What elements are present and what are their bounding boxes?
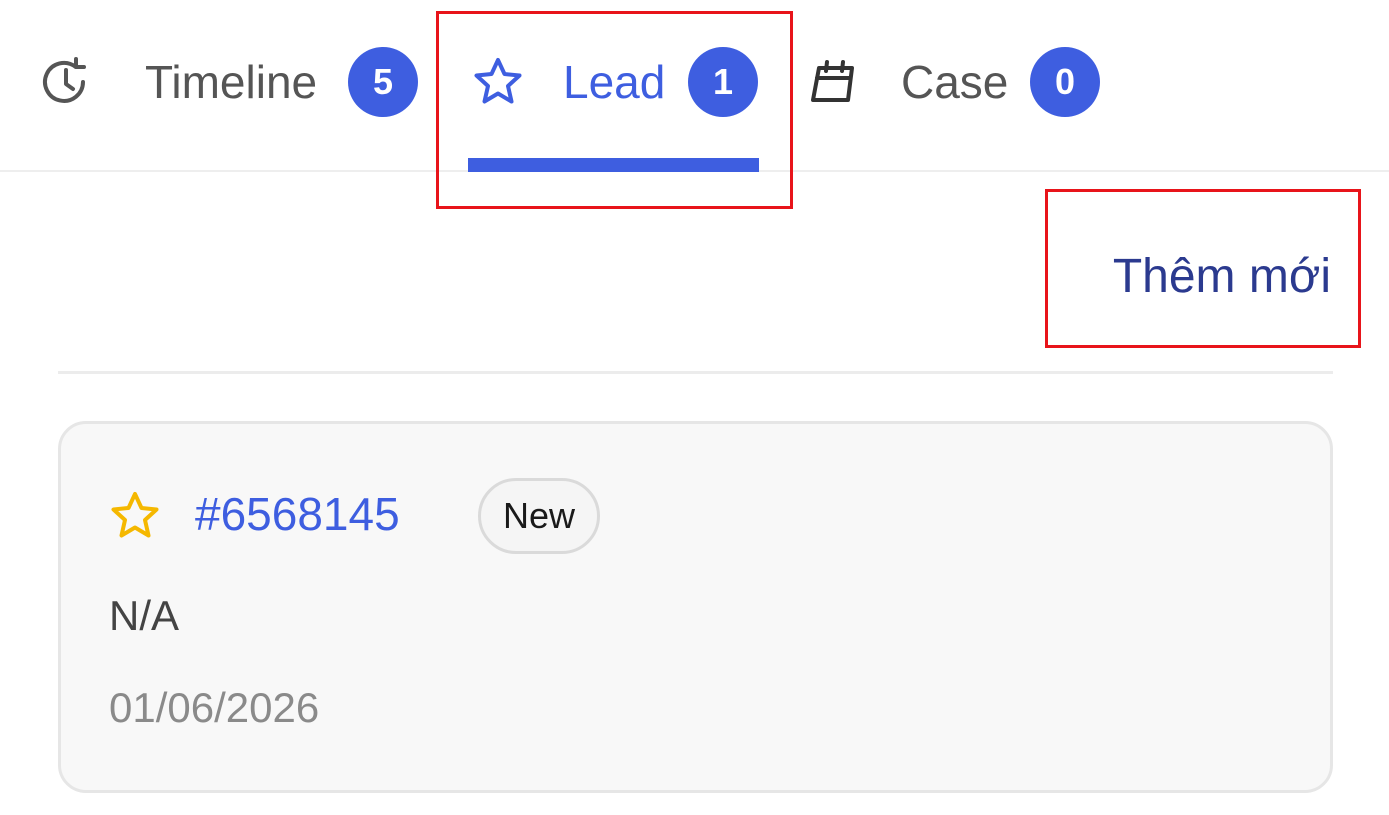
status-badge: New <box>478 478 601 554</box>
tab-case[interactable]: Case 0 <box>800 0 1120 170</box>
calendar-icon <box>808 56 860 108</box>
tab-bar: Timeline 5 Lead 1 Case 0 <box>0 0 1389 172</box>
add-new-button[interactable]: Thêm mới <box>1113 245 1331 309</box>
tab-lead[interactable]: Lead 1 <box>440 0 790 170</box>
tab-timeline-count-badge: 5 <box>348 47 418 117</box>
star-icon <box>109 490 161 542</box>
tab-timeline[interactable]: Timeline 5 <box>30 0 430 170</box>
lead-date: 01/06/2026 <box>109 684 320 731</box>
tab-case-label: Case <box>901 56 1009 108</box>
active-tab-indicator <box>468 158 759 172</box>
star-icon <box>472 56 524 108</box>
lead-id-link[interactable]: #6568145 <box>195 484 400 544</box>
divider <box>58 371 1333 374</box>
lead-card[interactable]: #6568145 New N/A 01/06/2026 <box>58 421 1333 793</box>
tab-timeline-label: Timeline <box>145 56 318 108</box>
history-icon <box>40 56 92 108</box>
tab-lead-count-badge: 1 <box>688 47 758 117</box>
lead-name: N/A <box>109 592 180 639</box>
tab-lead-label: Lead <box>563 56 666 108</box>
tab-case-count-badge: 0 <box>1030 47 1100 117</box>
